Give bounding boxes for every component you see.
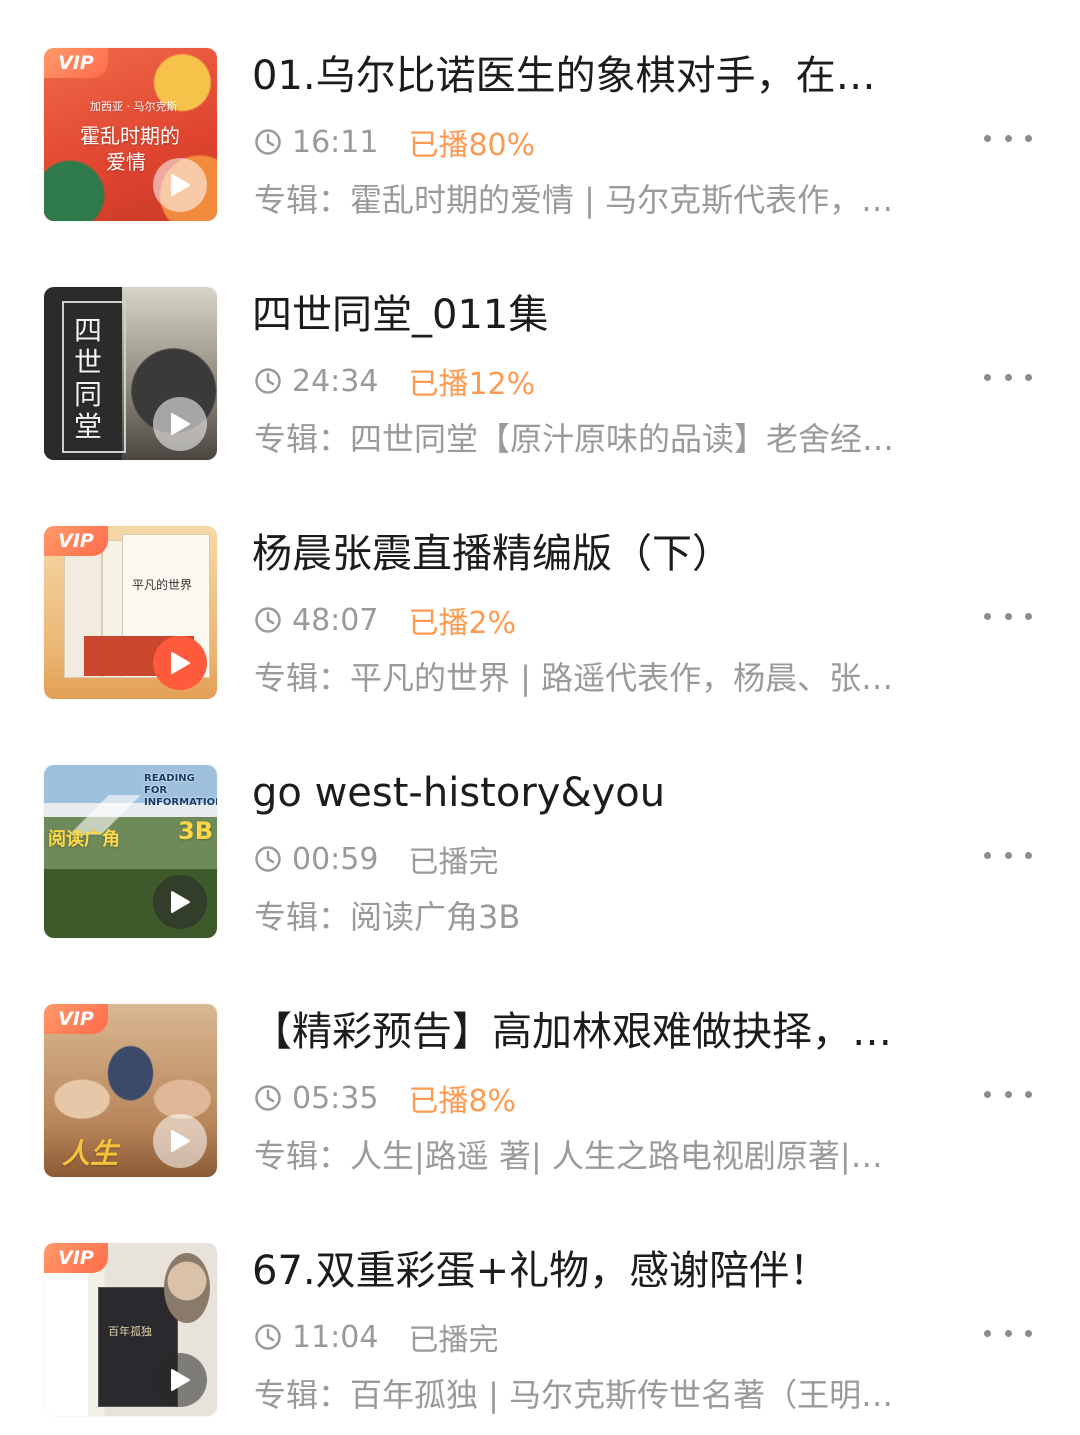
episode-duration: 24:34 <box>292 363 379 399</box>
album-name[interactable]: 专辑：百年孤独 | 马尔克斯传世名著（王明… <box>254 1373 954 1417</box>
episode-duration: 48:07 <box>292 602 379 638</box>
more-options-icon[interactable] <box>984 1323 1032 1343</box>
cover-image[interactable]: 平凡的世界 VIP <box>44 526 217 699</box>
episode-title[interactable]: 四世同堂_011集 <box>252 287 952 343</box>
cover-author: 加西亚 · 马尔克斯 <box>90 100 178 113</box>
more-options-icon[interactable] <box>984 1084 1032 1104</box>
episode-title[interactable]: 【精彩预告】高加林艰难做抉择，… <box>252 1004 952 1060</box>
play-progress: 已播完 <box>408 845 499 880</box>
episode-duration: 11:04 <box>292 1319 379 1355</box>
clock-icon <box>255 1085 281 1111</box>
play-icon[interactable] <box>153 1114 207 1168</box>
episode-title[interactable]: go west-history&you <box>252 765 952 821</box>
more-options-icon[interactable] <box>984 128 1032 148</box>
episode-item[interactable]: READING FOR INFORMATION 阅读广角 3B go west-… <box>0 717 1080 957</box>
album-name[interactable]: 专辑：平凡的世界 | 路遥代表作，杨晨、张… <box>254 656 954 700</box>
vip-badge: VIP <box>44 526 108 556</box>
play-progress: 已播8% <box>408 1084 517 1119</box>
play-progress: 已播12% <box>408 367 536 402</box>
more-options-icon[interactable] <box>984 367 1032 387</box>
cover-image[interactable]: 人生 VIP <box>44 1004 217 1177</box>
cover-title-line: 霍乱时期的 <box>80 124 180 148</box>
episode-item[interactable]: 百年孤独 VIP 67.双重彩蛋+礼物，感谢陪伴！ 11:04 已播完 专辑：百… <box>0 1195 1080 1435</box>
episode-meta: 05:35 已播8% <box>254 1078 517 1119</box>
play-progress: 已播完 <box>408 1323 499 1358</box>
play-icon[interactable] <box>153 636 207 690</box>
vip-badge: VIP <box>44 48 108 78</box>
clock-icon <box>255 368 281 394</box>
author-portrait <box>164 1253 210 1323</box>
play-progress: 已播80% <box>408 128 536 163</box>
episode-meta: 24:34 已播12% <box>254 361 536 402</box>
episode-meta: 48:07 已播2% <box>254 600 517 641</box>
play-icon[interactable] <box>153 1353 207 1407</box>
episode-meta: 11:04 已播完 <box>254 1317 499 1358</box>
cover-title-line: 平凡的世界 <box>132 578 193 592</box>
more-options-icon[interactable] <box>984 845 1032 865</box>
cover-image[interactable]: 四 世 同 堂 <box>44 287 217 460</box>
episode-item[interactable]: 四 世 同 堂 四世同堂_011集 24:34 已播12% 专辑：四世同堂【原汁… <box>0 239 1080 479</box>
album-name[interactable]: 专辑：四世同堂【原汁原味的品读】老舍经… <box>254 417 954 461</box>
album-name[interactable]: 专辑：人生|路遥 著| 人生之路电视剧原著|… <box>254 1134 954 1178</box>
vip-badge: VIP <box>44 1004 108 1034</box>
album-name[interactable]: 专辑：霍乱时期的爱情 | 马尔克斯代表作，… <box>254 178 954 222</box>
cover-title-line: 堂 <box>74 410 103 443</box>
play-icon[interactable] <box>153 875 207 929</box>
cover-title-line: 百年孤独 <box>108 1325 152 1338</box>
cover-image[interactable]: READING FOR INFORMATION 阅读广角 3B <box>44 765 217 938</box>
album-name[interactable]: 专辑：阅读广角3B <box>254 895 954 939</box>
episode-title[interactable]: 杨晨张震直播精编版（下） <box>252 526 952 582</box>
cover-title-line: 阅读广角 <box>48 829 120 850</box>
play-icon[interactable] <box>153 158 207 212</box>
clock-icon <box>255 129 281 155</box>
episode-title[interactable]: 67.双重彩蛋+礼物，感谢陪伴！ <box>252 1243 952 1299</box>
clock-icon <box>255 607 281 633</box>
episode-duration: 16:11 <box>292 124 379 160</box>
episode-title[interactable]: 01.乌尔比诺医生的象棋对手，在… <box>252 48 952 104</box>
episode-item[interactable]: 人生 VIP 【精彩预告】高加林艰难做抉择，… 05:35 已播8% 专辑：人生… <box>0 956 1080 1196</box>
episode-item[interactable]: 加西亚 · 马尔克斯 霍乱时期的 爱情 VIP 01.乌尔比诺医生的象棋对手，在… <box>0 0 1080 240</box>
cover-image[interactable]: 加西亚 · 马尔克斯 霍乱时期的 爱情 VIP <box>44 48 217 221</box>
episode-duration: 05:35 <box>292 1080 379 1116</box>
clock-icon <box>255 846 281 872</box>
episode-item[interactable]: 平凡的世界 VIP 杨晨张震直播精编版（下） 48:07 已播2% 专辑：平凡的… <box>0 478 1080 718</box>
more-options-icon[interactable] <box>984 606 1032 626</box>
cover-series-name: READING FOR INFORMATION <box>144 773 217 808</box>
play-icon[interactable] <box>153 397 207 451</box>
cover-level: 3B <box>178 817 213 845</box>
cover-title-line: 人生 <box>62 1137 119 1170</box>
play-progress: 已播2% <box>408 606 517 641</box>
episode-meta: 00:59 已播完 <box>254 839 499 880</box>
clock-icon <box>255 1324 281 1350</box>
cover-image[interactable]: 百年孤独 VIP <box>44 1243 217 1416</box>
episode-meta: 16:11 已播80% <box>254 122 536 163</box>
cover-title-line: 爱情 <box>106 150 146 174</box>
vip-badge: VIP <box>44 1243 108 1273</box>
episode-duration: 00:59 <box>292 841 379 877</box>
